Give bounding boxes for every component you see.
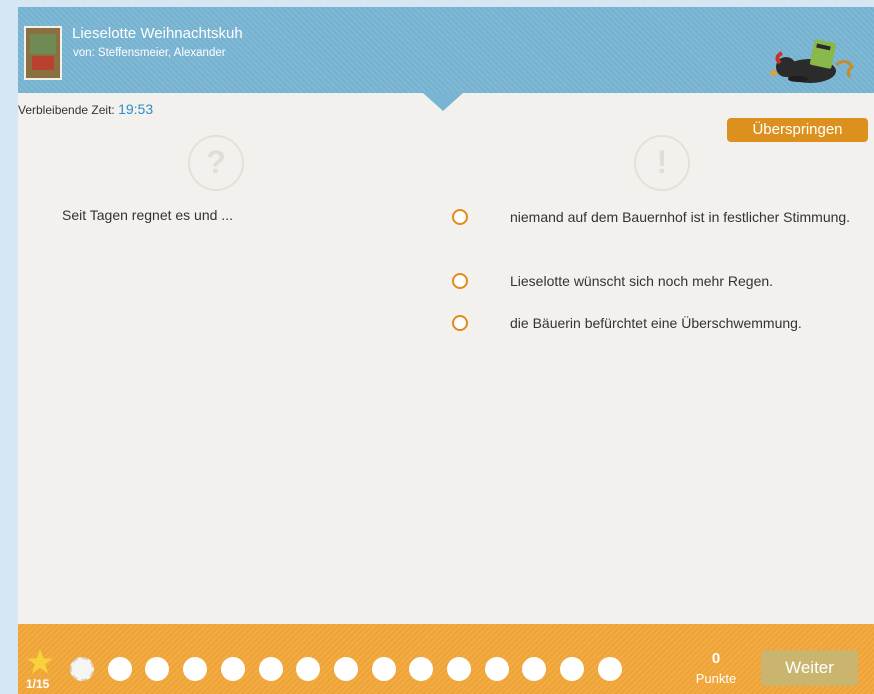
answer-text[interactable]: Lieselotte wünscht sich noch mehr Regen. — [510, 272, 870, 290]
next-button[interactable]: Weiter — [761, 650, 858, 686]
progress-dot-current — [70, 657, 94, 681]
progress-dot — [258, 657, 283, 681]
progress-dot — [484, 657, 509, 681]
book-author: von: Steffensmeier, Alexander — [73, 47, 226, 59]
radio-button[interactable] — [452, 273, 468, 289]
timer-label: Verbleibende Zeit: — [18, 103, 115, 117]
answer-text[interactable]: die Bäuerin befürchtet eine Überschwemmu… — [510, 314, 870, 332]
progress-dot — [409, 657, 434, 681]
book-title: Lieselotte Weihnachtskuh — [72, 25, 243, 42]
score-label: Punkte — [695, 671, 737, 686]
progress-dot — [296, 657, 321, 681]
header-bar: Lieselotte Weihnachtskuh von: Steffensme… — [18, 7, 874, 93]
answer-text[interactable]: niemand auf dem Bauernhof ist in festlic… — [510, 208, 870, 226]
radio-button[interactable] — [452, 209, 468, 225]
skip-button[interactable]: Überspringen — [727, 118, 868, 142]
progress-dot — [145, 657, 170, 681]
progress-count: 1/15 — [26, 677, 50, 691]
exclamation-icon: ! — [634, 135, 690, 191]
progress-dot — [560, 657, 585, 681]
quiz-screen: Lieselotte Weihnachtskuh von: Steffensme… — [18, 7, 874, 694]
timer-value: 19:53 — [118, 101, 154, 117]
star-icon — [27, 649, 53, 674]
radio-button[interactable] — [452, 315, 468, 331]
raven-mascot-icon — [770, 39, 855, 83]
progress-dot — [183, 657, 208, 681]
book-cover-icon — [24, 26, 62, 80]
header-pointer — [423, 93, 463, 111]
score-value: 0 — [711, 650, 721, 667]
remaining-time: Verbleibende Zeit: 19:53 — [18, 101, 153, 117]
progress-dot — [597, 657, 622, 681]
progress-dot — [220, 657, 245, 681]
question-mark-icon: ? — [188, 135, 244, 191]
progress-dot — [371, 657, 396, 681]
question-text: Seit Tagen regnet es und ... — [62, 207, 233, 223]
progress-dot — [447, 657, 471, 681]
progress-dot — [522, 657, 547, 681]
progress-dot — [107, 657, 132, 681]
footer-bar: 1/15 0 Punkte Weiter — [18, 624, 874, 694]
progress-dot — [333, 657, 358, 681]
